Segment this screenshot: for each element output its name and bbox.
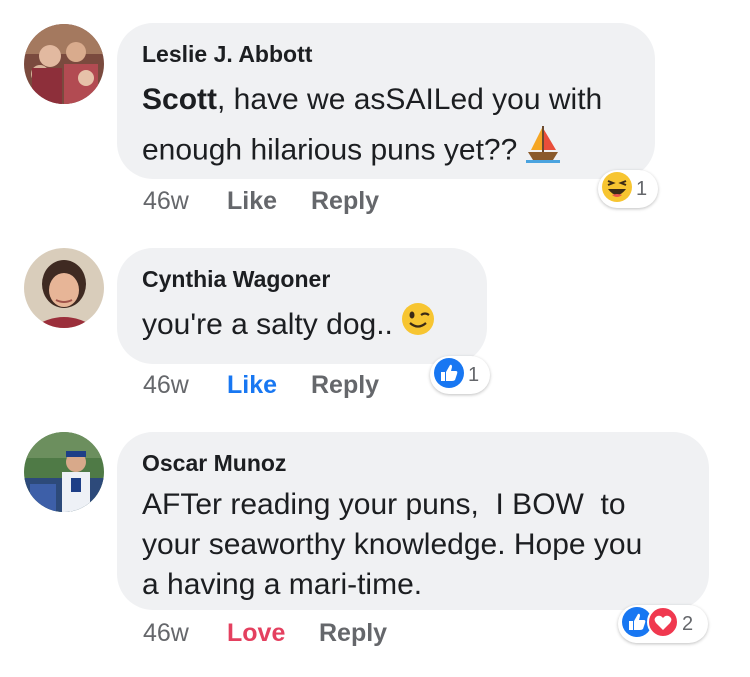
reply-button[interactable]: Reply [311, 370, 379, 400]
reply-button[interactable]: Reply [319, 618, 387, 648]
reaction-summary[interactable]: 1 [598, 170, 658, 208]
comment-text: Scott, have we asSAILed you with enough … [142, 76, 629, 179]
reaction-count: 1 [468, 363, 480, 386]
comment-timestamp[interactable]: 46w [143, 618, 227, 648]
avatar[interactable] [24, 248, 104, 328]
winking-face-icon [401, 302, 435, 351]
comment-author[interactable]: Oscar Munoz [142, 449, 683, 477]
comment-text-line: your seaworthy knowledge. Hope you [142, 528, 643, 561]
laughing-emoji-icon [601, 171, 633, 208]
comment-timestamp[interactable]: 46w [143, 370, 227, 400]
comment-text: you're a salty dog.. [142, 301, 461, 351]
comment-actions: 46w Like Reply [143, 370, 379, 400]
comment-actions: 46w Like Reply [143, 186, 379, 216]
mention-tag[interactable]: Scott [142, 83, 217, 116]
like-button[interactable]: Like [227, 186, 311, 216]
love-button[interactable]: Love [227, 618, 319, 648]
avatar[interactable] [24, 24, 104, 104]
comment-bubble: Cynthia Wagoner you're a salty dog.. [117, 248, 487, 364]
comment-text: AFTer reading your puns, I BOW to your s… [142, 485, 683, 605]
heart-icon [647, 605, 679, 643]
comment-text-line: a having a mari-time. [142, 568, 423, 601]
comment-text-line: , have we asSAILed you with [217, 83, 603, 116]
reply-button[interactable]: Reply [311, 186, 379, 216]
comment-text-line: you're a salty dog.. [142, 308, 393, 341]
comment-author[interactable]: Leslie J. Abbott [142, 40, 629, 68]
reaction-count: 1 [636, 177, 648, 200]
reaction-count: 2 [682, 612, 694, 635]
comment-timestamp[interactable]: 46w [143, 186, 227, 216]
like-button[interactable]: Like [227, 370, 311, 400]
comment-bubble: Oscar Munoz AFTer reading your puns, I B… [117, 432, 709, 610]
thumbs-up-icon [433, 357, 465, 394]
comment-actions: 46w Love Reply [143, 618, 387, 648]
reaction-summary[interactable]: 2 [618, 605, 708, 643]
sailboat-icon [525, 124, 560, 179]
reaction-summary[interactable]: 1 [430, 356, 490, 394]
comment-bubble: Leslie J. Abbott Scott, have we asSAILed… [117, 23, 655, 179]
comment-text-line: AFTer reading your puns, I BOW to [142, 488, 626, 521]
avatar[interactable] [24, 432, 104, 512]
comment-text-line: enough hilarious puns yet?? [142, 133, 518, 167]
comment-author[interactable]: Cynthia Wagoner [142, 265, 461, 293]
